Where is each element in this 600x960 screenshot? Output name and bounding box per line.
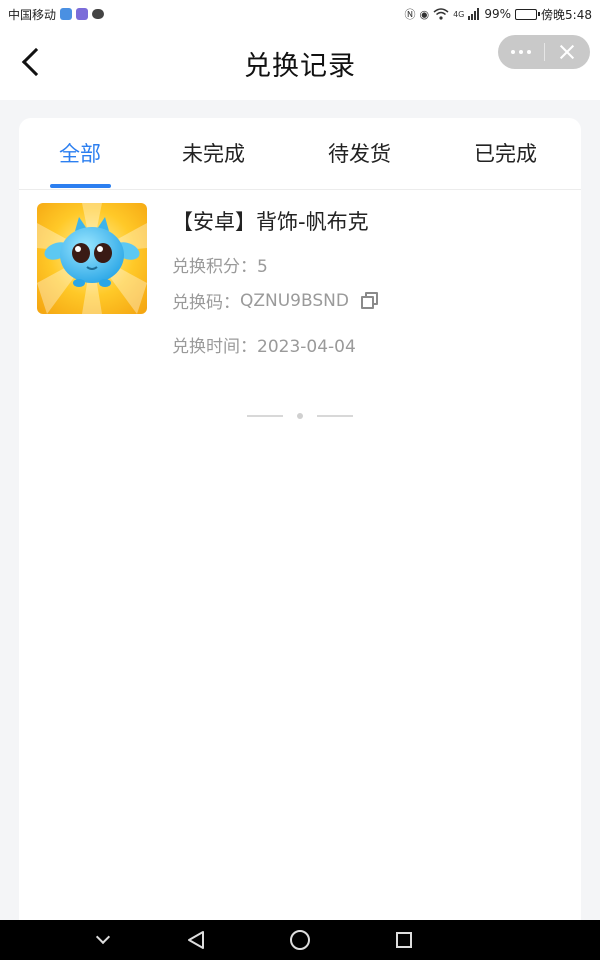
signal-icon — [468, 8, 480, 20]
nav-home-button[interactable] — [275, 920, 325, 960]
points-row: 兑换积分：5 — [172, 252, 268, 277]
header: 兑换记录 — [0, 28, 600, 100]
eye-icon: ◉ — [419, 7, 430, 21]
code-row: 兑换码： QZNU9BSND — [172, 288, 379, 313]
home-circle-icon — [290, 930, 310, 950]
time-value: 2023-04-04 — [257, 337, 356, 357]
battery-icon — [515, 8, 541, 20]
close-button[interactable] — [545, 35, 591, 69]
battery-percent: 99% — [484, 7, 512, 21]
close-icon — [559, 44, 575, 60]
tab-incomplete[interactable]: 未完成 — [182, 138, 245, 168]
code-value: QZNU9BSND — [240, 290, 349, 311]
recents-square-icon — [396, 932, 412, 948]
tab-pending-shipment[interactable]: 待发货 — [328, 138, 391, 168]
more-dots-icon — [510, 50, 531, 54]
carrier-name: 中国移动 — [8, 7, 57, 22]
item-title: 【安卓】背饰-帆布克 — [172, 210, 369, 234]
divider — [317, 415, 353, 417]
end-dot — [297, 413, 303, 419]
app-notification-icon — [60, 8, 73, 20]
points-label: 兑换积分： — [172, 257, 257, 277]
records-card: 全部 未完成 待发货 已完成 【安卓】背饰-帆布克 兑换积分：5 兑换码： QZ… — [19, 118, 581, 920]
wifi-icon — [433, 8, 449, 20]
status-bar-right: Ⓝ ◉ 4G 99% 傍晚5:48 — [404, 6, 592, 23]
nfc-icon: Ⓝ — [404, 8, 416, 21]
tab-bar: 全部 未完成 待发货 已完成 — [19, 118, 581, 190]
mini-program-capsule — [498, 35, 590, 69]
clock-time: 傍晚5:48 — [541, 7, 592, 22]
time-label: 兑换时间： — [172, 337, 257, 357]
time-row: 兑换时间：2023-04-04 — [172, 332, 356, 357]
active-tab-indicator — [50, 184, 111, 188]
record-item[interactable]: 【安卓】背饰-帆布克 兑换积分：5 兑换码： QZNU9BSND 兑换时间：202… — [19, 190, 581, 380]
nav-recents-button[interactable] — [379, 920, 429, 960]
nav-back-button[interactable] — [170, 920, 220, 960]
hide-keyboard-icon — [95, 929, 111, 945]
tab-all[interactable]: 全部 — [59, 138, 101, 168]
end-of-list-indicator — [247, 410, 353, 422]
status-bar: 中国移动 Ⓝ ◉ 4G 99% 傍晚5:48 — [0, 0, 600, 28]
more-button[interactable] — [498, 35, 544, 69]
back-triangle-icon — [188, 931, 204, 949]
divider — [247, 415, 283, 417]
copy-icon[interactable] — [360, 291, 379, 310]
chat-icon — [92, 9, 105, 19]
tab-completed[interactable]: 已完成 — [474, 138, 537, 168]
status-bar-left: 中国移动 — [8, 6, 105, 23]
system-nav-bar — [0, 920, 600, 960]
blue-creature-item-image — [37, 203, 147, 314]
code-label: 兑换码： — [172, 293, 240, 313]
points-value: 5 — [257, 257, 268, 277]
app-notification-icon — [76, 8, 89, 20]
hide-keyboard-button[interactable] — [78, 920, 128, 960]
network-type: 4G — [453, 9, 465, 19]
